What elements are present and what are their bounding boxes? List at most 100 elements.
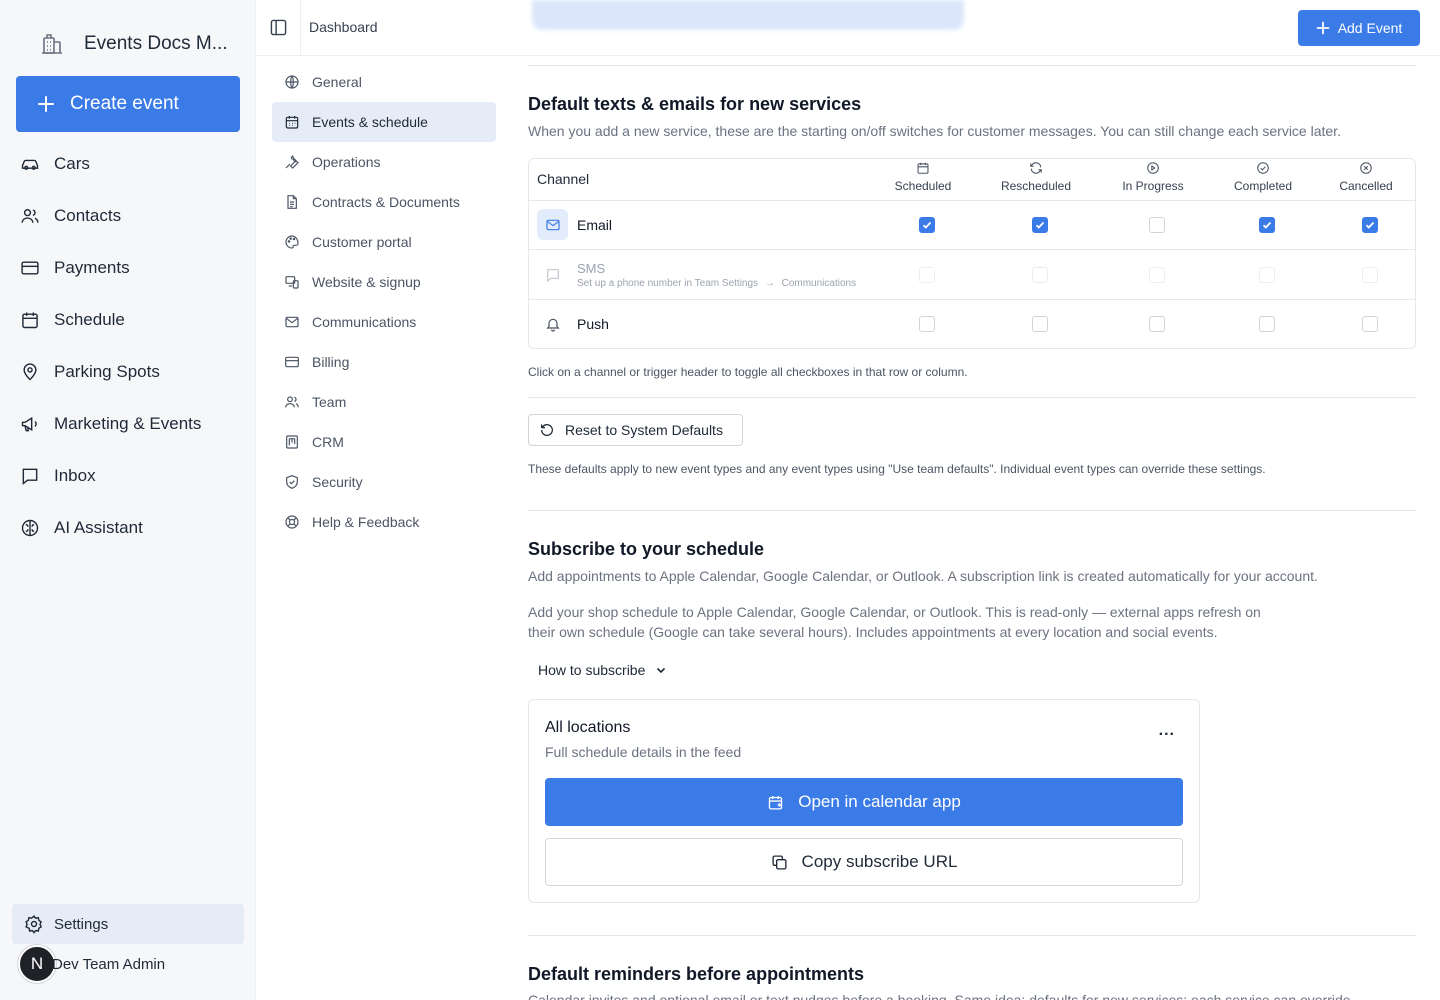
checkbox-email-rescheduled[interactable]	[1032, 217, 1048, 233]
reset-defaults-button[interactable]: Reset to System Defaults	[528, 414, 743, 446]
channel-column-header: Channel	[537, 171, 590, 187]
more-options-button[interactable]: ...	[1159, 722, 1175, 740]
open-calendar-app-label: Open in calendar app	[798, 792, 961, 811]
settings-tab-events-schedule[interactable]: Events & schedule	[272, 102, 496, 142]
nav-item-settings[interactable]: Settings	[12, 904, 244, 944]
credit-card-icon	[284, 354, 300, 370]
nav-label-cars: Cars	[54, 154, 90, 173]
add-event-label: Add Event	[1337, 20, 1403, 36]
sms-hint-link[interactable]: Communications	[782, 278, 856, 289]
add-event-button[interactable]: Add Event	[1298, 10, 1420, 46]
checkbox-email-completed[interactable]	[1259, 217, 1275, 233]
channel-row-email: Email	[529, 201, 1415, 250]
settings-tab-operations[interactable]: Operations	[272, 142, 496, 182]
nav-label-settings: Settings	[54, 915, 109, 933]
nav-item-payments[interactable]: Payments	[16, 242, 244, 294]
sms-text: SMS Set up a phone number in Team Settin…	[577, 261, 856, 289]
lifebuoy-icon	[284, 514, 300, 530]
checkbox-sms-scheduled	[919, 267, 935, 283]
channel-header-push[interactable]: Push	[537, 308, 609, 339]
channel-name: Email	[577, 216, 613, 233]
nav-item-cars[interactable]: Cars	[16, 138, 244, 190]
nav-label-ai-assistant: AI Assistant	[54, 518, 143, 537]
trigger-header-in-progress[interactable]: In Progress	[1098, 161, 1208, 193]
how-to-subscribe-toggle[interactable]: How to subscribe	[538, 662, 667, 678]
subscribe-details-line-1: Add your shop schedule to Apple Calendar…	[528, 604, 1261, 620]
settings-tab-customer-portal[interactable]: Customer portal	[272, 222, 496, 262]
trigger-header-scheduled[interactable]: Scheduled	[868, 161, 978, 193]
checkbox-push-in-progress[interactable]	[1149, 316, 1165, 332]
settings-tab-label: Team	[312, 394, 347, 410]
settings-tab-billing[interactable]: Billing	[272, 342, 496, 382]
refresh-icon	[1029, 161, 1043, 175]
channel-header-sms: SMS Set up a phone number in Team Settin…	[537, 259, 856, 290]
nav-item-inbox[interactable]: Inbox	[16, 450, 244, 502]
app-name: Events Docs M...	[84, 33, 228, 54]
settings-tab-crm[interactable]: CRM	[272, 422, 496, 462]
nav-label-inbox: Inbox	[54, 466, 96, 485]
settings-tab-help-feedback[interactable]: Help & Feedback	[272, 502, 496, 542]
checkbox-sms-in-progress	[1149, 267, 1165, 283]
copy-subscribe-url-button[interactable]: Copy subscribe URL	[545, 838, 1183, 886]
checkbox-email-scheduled[interactable]	[919, 217, 935, 233]
shield-icon	[284, 474, 300, 490]
settings-tab-website-signup[interactable]: Website & signup	[272, 262, 496, 302]
checkbox-sms-rescheduled	[1032, 267, 1048, 283]
crm-icon	[284, 434, 300, 450]
settings-tab-contracts-documents[interactable]: Contracts & Documents	[272, 182, 496, 222]
nav-item-parking-spots[interactable]: Parking Spots	[16, 346, 244, 398]
settings-tab-general[interactable]: General	[272, 62, 496, 102]
nav-label-payments: Payments	[54, 258, 130, 277]
channel-row-push: Push	[529, 300, 1415, 348]
brand[interactable]: Events Docs M...	[40, 32, 228, 56]
copy-icon	[771, 854, 788, 871]
file-icon	[284, 194, 300, 210]
settings-tab-label: Security	[312, 474, 363, 490]
channel-name: SMS	[577, 260, 606, 276]
settings-tab-label: Contracts & Documents	[312, 194, 460, 210]
matrix-header-row: Channel Scheduled Rescheduled In Progres…	[529, 159, 1415, 201]
settings-tab-label: General	[312, 74, 362, 90]
sidebar-toggle-icon[interactable]	[270, 19, 287, 36]
trigger-header-rescheduled[interactable]: Rescheduled	[981, 161, 1091, 193]
settings-tab-label: Events & schedule	[312, 114, 428, 130]
channel-header-email[interactable]: Email	[537, 209, 612, 240]
checkbox-push-cancelled[interactable]	[1362, 316, 1378, 332]
checkbox-push-rescheduled[interactable]	[1032, 316, 1048, 332]
blurred-banner	[532, 0, 964, 30]
settings-tab-team[interactable]: Team	[272, 382, 496, 422]
location-feed-card: All locations Full schedule details in t…	[528, 699, 1200, 903]
checkbox-sms-cancelled	[1362, 267, 1378, 283]
user-menu[interactable]: N Dev Team Admin	[18, 944, 165, 984]
credit-card-icon	[20, 258, 40, 278]
trigger-header-completed[interactable]: Completed	[1208, 161, 1318, 193]
car-icon	[20, 154, 40, 174]
open-calendar-app-button[interactable]: Open in calendar app	[545, 778, 1183, 826]
settings-tab-communications[interactable]: Communications	[272, 302, 496, 342]
nav-item-ai-assistant[interactable]: AI Assistant	[16, 502, 244, 554]
nav-item-marketing-events[interactable]: Marketing & Events	[16, 398, 244, 450]
check-circle-icon	[1256, 161, 1270, 175]
breadcrumb[interactable]: Dashboard	[309, 19, 378, 35]
checkbox-email-cancelled[interactable]	[1362, 217, 1378, 233]
checkbox-email-in-progress[interactable]	[1149, 217, 1165, 233]
trigger-header-cancelled[interactable]: Cancelled	[1311, 161, 1415, 193]
calendar-icon	[284, 114, 300, 130]
nav-label-schedule: Schedule	[54, 310, 125, 329]
nav-item-contacts[interactable]: Contacts	[16, 190, 244, 242]
defaults-description: When you add a new service, these are th…	[528, 123, 1341, 139]
globe-icon	[284, 74, 300, 90]
trigger-label: Rescheduled	[1000, 179, 1072, 193]
subscribe-description: Add appointments to Apple Calendar, Goog…	[528, 568, 1318, 584]
top-bar: Dashboard Add Event	[256, 0, 1440, 56]
create-event-button[interactable]: Create event	[16, 76, 240, 132]
checkbox-push-scheduled[interactable]	[919, 316, 935, 332]
divider	[528, 65, 1416, 66]
checkbox-push-completed[interactable]	[1259, 316, 1275, 332]
nav-item-schedule[interactable]: Schedule	[16, 294, 244, 346]
trigger-label: In Progress	[1122, 179, 1184, 193]
settings-tab-security[interactable]: Security	[272, 462, 496, 502]
trigger-label: Scheduled	[894, 179, 952, 193]
settings-tab-label: Website & signup	[312, 274, 421, 290]
x-circle-icon	[1359, 161, 1373, 175]
